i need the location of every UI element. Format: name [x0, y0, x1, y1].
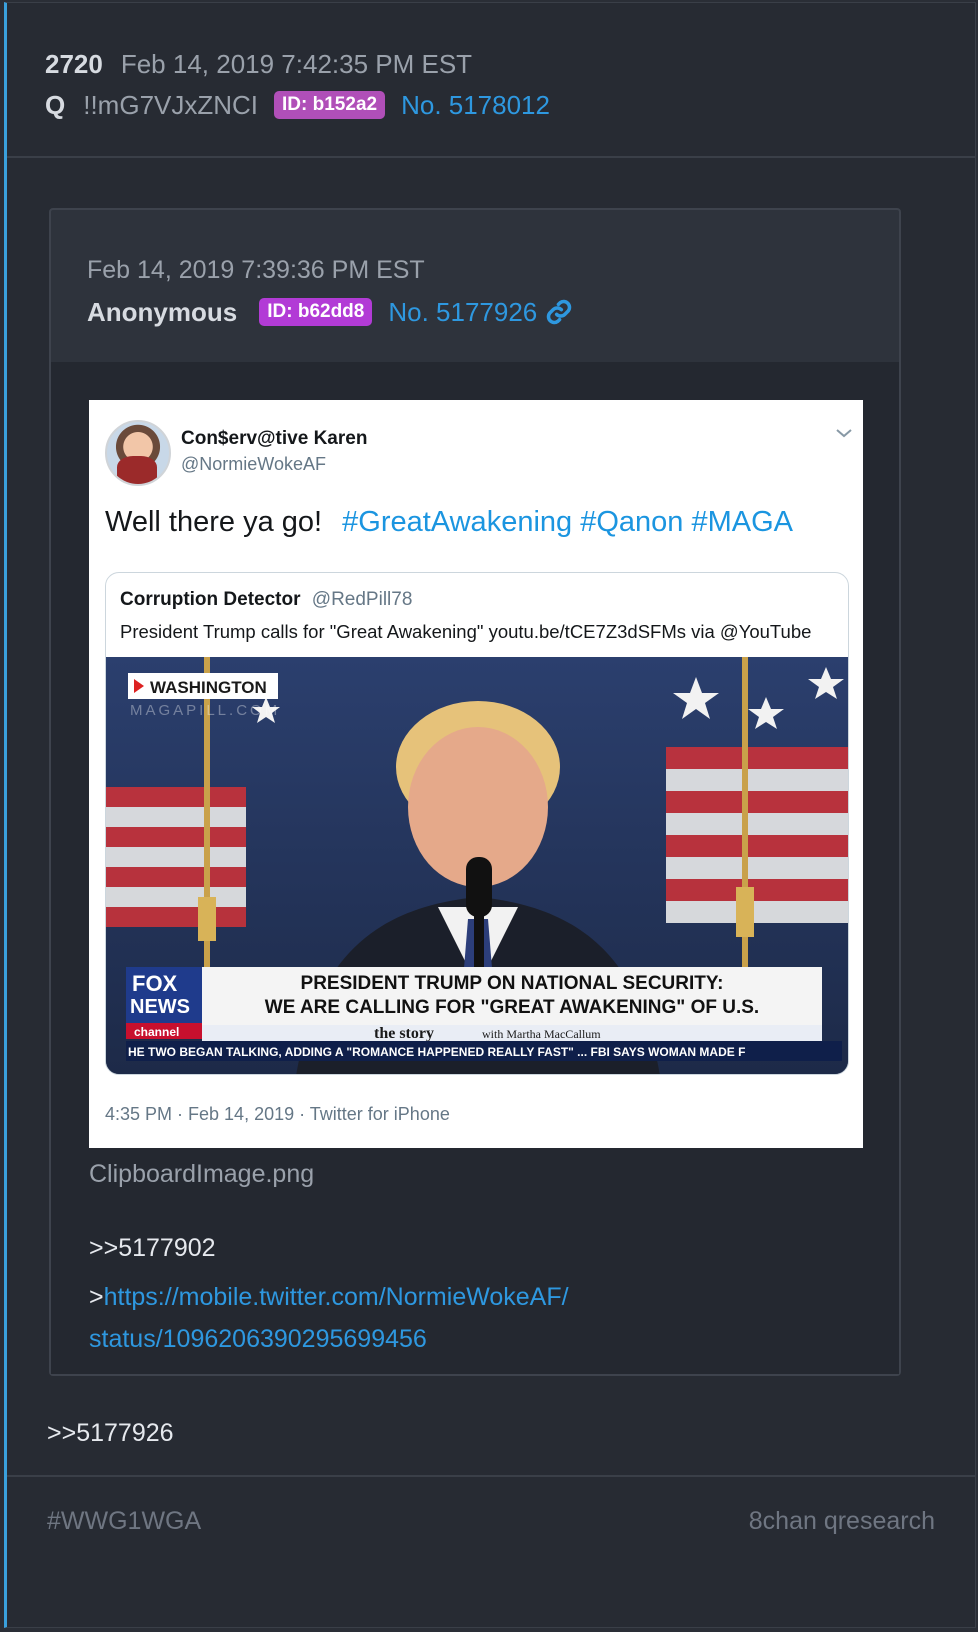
- headline-line1: PRESIDENT TRUMP ON NATIONAL SECURITY:: [301, 973, 724, 994]
- headline-line2: WE ARE CALLING FOR "GREAT AWAKENING" OF …: [265, 997, 759, 1018]
- post-card: 2720 Feb 14, 2019 7:42:35 PM EST Q !!mG7…: [4, 2, 976, 1628]
- tweet-screenshot[interactable]: Con$erv@tive Karen @NormieWokeAF Well th…: [89, 400, 863, 1148]
- video-frame: WASHINGTON MAGAPILL.COM FOX NEWS channel…: [106, 657, 848, 1074]
- fox-logo-line1: FOX: [132, 971, 178, 996]
- chevron-down-icon: [835, 422, 853, 445]
- quoted-post-date: Feb 14, 2019 7:39:36 PM EST: [87, 255, 425, 284]
- quoted-post-number-link[interactable]: No. 5177926: [388, 297, 537, 328]
- quoted-post: Feb 14, 2019 7:39:36 PM EST Anonymous ID…: [49, 208, 901, 1376]
- quoted-poster-id-badge: ID: b62dd8: [259, 298, 373, 326]
- show-name: the story: [374, 1025, 434, 1042]
- news-ticker: HE TWO BEGAN TALKING, ADDING A "ROMANCE …: [128, 1045, 745, 1059]
- tweet-body: Well there ya go!: [105, 506, 323, 538]
- tweet-footer: 4:35 PM · Feb 14, 2019 · Twitter for iPh…: [105, 1104, 450, 1124]
- tweet-hashtags: #GreatAwakening #Qanon #MAGA: [342, 506, 793, 538]
- tweet-display-name: Con$erv@tive Karen: [181, 428, 368, 449]
- post-number-link[interactable]: No. 5178012: [401, 90, 550, 121]
- footer-divider: [7, 1475, 975, 1477]
- quoted-poster-name: Anonymous: [87, 296, 238, 327]
- tripcode: !!mG7VJxZNCI: [83, 89, 259, 120]
- footer-hashtag: #WWG1WGA: [47, 1507, 202, 1535]
- greentext-prefix: >: [89, 1283, 104, 1311]
- show-host: with Martha MacCallum: [482, 1027, 601, 1041]
- fox-logo-line2: NEWS: [130, 996, 190, 1018]
- embedded-tweet-text: President Trump calls for "Great Awakeni…: [120, 621, 812, 642]
- post-reply-reference[interactable]: >>5177926: [47, 1419, 174, 1448]
- reply-reference[interactable]: >>5177902: [89, 1234, 216, 1263]
- post-header: 2720 Feb 14, 2019 7:42:35 PM EST Q !!mG7…: [45, 45, 550, 127]
- embedded-tweet-name: Corruption Detector: [120, 589, 301, 610]
- tweet-handle: @NormieWokeAF: [181, 454, 326, 474]
- watermark: MAGAPILL.COM: [130, 702, 280, 719]
- tweet-url-link-part1[interactable]: https://mobile.twitter.com/NormieWokeAF/: [104, 1283, 569, 1311]
- quoted-post-body: Con$erv@tive Karen @NormieWokeAF Well th…: [51, 362, 899, 1374]
- tweet-text: Well there ya go! #GreatAwakening #Qanon…: [105, 506, 793, 539]
- footer-source: 8chan qresearch: [748, 1507, 935, 1535]
- location-tag: WASHINGTON: [150, 678, 267, 697]
- video-thumbnail: WASHINGTON MAGAPILL.COM FOX NEWS channel…: [106, 657, 848, 1074]
- fox-logo-line3: channel: [134, 1025, 179, 1039]
- tweet-url-link-part2[interactable]: status/1096206390295699456: [89, 1325, 427, 1353]
- post-number: 2720: [45, 48, 103, 79]
- poster-id-badge: ID: b152a2: [274, 91, 386, 119]
- image-filename[interactable]: ClipboardImage.png: [89, 1160, 314, 1189]
- post-date: Feb 14, 2019 7:42:35 PM EST: [120, 48, 473, 79]
- embedded-tweet-handle: @RedPill78: [311, 589, 413, 610]
- quoted-post-header: Feb 14, 2019 7:39:36 PM EST Anonymous ID…: [87, 250, 573, 334]
- tweet-url-text: >https://mobile.twitter.com/NormieWokeAF…: [89, 1276, 789, 1360]
- header-divider: [7, 156, 975, 158]
- embedded-tweet-header: Corruption Detector @RedPill78: [120, 589, 412, 611]
- embedded-tweet: Corruption Detector @RedPill78 President…: [105, 572, 849, 1075]
- link-icon[interactable]: [545, 298, 573, 326]
- avatar: [105, 420, 171, 486]
- poster-name: Q: [45, 89, 66, 120]
